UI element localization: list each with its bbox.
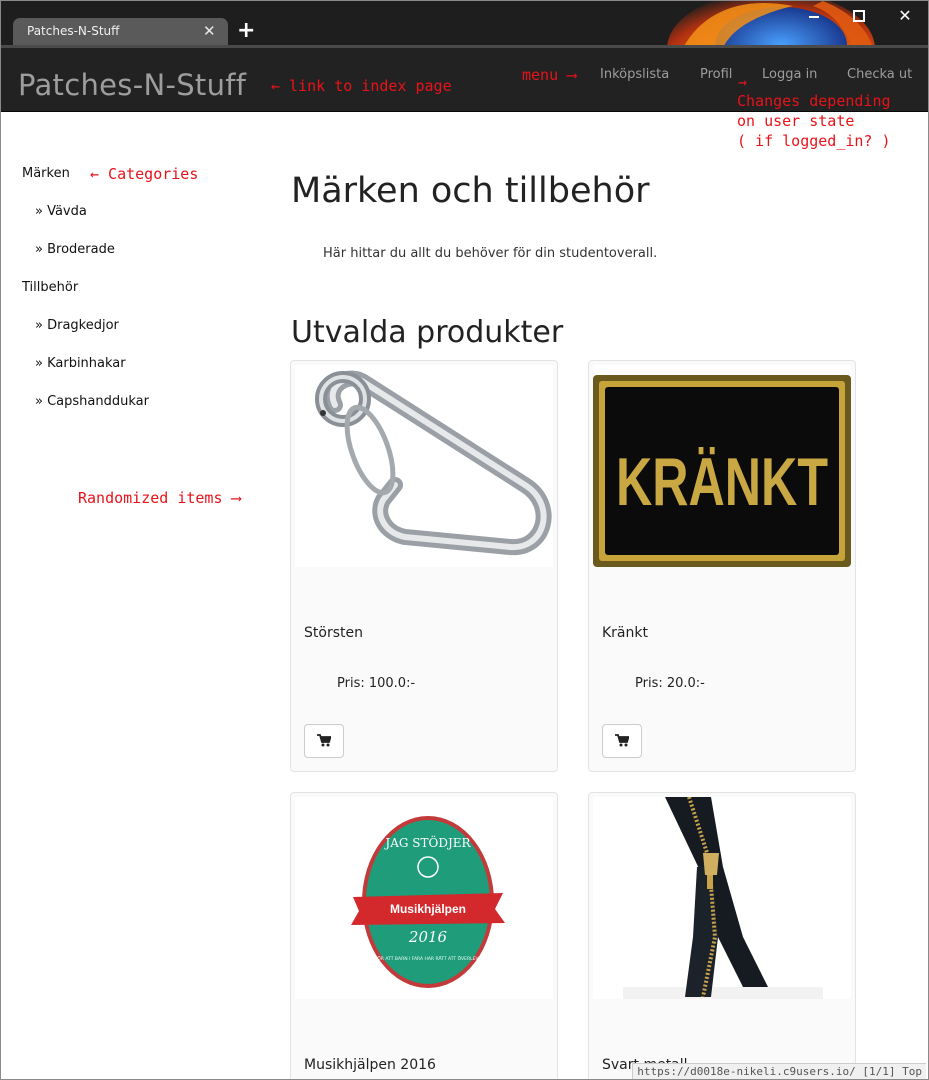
product-card[interactable]: Svart metall	[588, 792, 856, 1079]
product-price: Pris: 20.0:-	[635, 676, 705, 691]
close-icon[interactable]: ✕	[203, 22, 216, 40]
sidebar-category-tillbehor[interactable]: Tillbehör	[22, 280, 78, 295]
annotation-menu: menu ⟶	[522, 66, 577, 84]
status-url: https://d0018e-nikeli.c9users.io/	[637, 1065, 856, 1078]
product-name[interactable]: Musikhjälpen 2016	[304, 1057, 436, 1073]
browser-status-line: https://d0018e-nikeli.c9users.io/ [1/1] …	[632, 1063, 926, 1079]
cart-icon	[615, 734, 629, 747]
status-position: Top	[902, 1065, 922, 1078]
badge-top-text: JAG STÖDJER	[383, 834, 471, 850]
annotation-user-state: Changes depending on user state ( if log…	[737, 92, 891, 150]
sidebar-item-broderade[interactable]: » Broderade	[35, 242, 115, 257]
nav-link-profile[interactable]: Profil	[700, 67, 732, 82]
annotation-user-state-arrow: →	[738, 73, 748, 91]
nav-link-shopping-list[interactable]: Inköpslista	[600, 67, 669, 82]
product-card[interactable]: JAG STÖDJER Musikhjälpen 2016 FÖR ATT BA…	[290, 792, 558, 1079]
patch-text: KRÄNKT	[616, 444, 828, 520]
annotation-categories: ← Categories	[90, 165, 199, 183]
annotation-randomized-items: Randomized items ⟶	[78, 489, 241, 507]
product-price: Pris: 100.0:-	[337, 676, 416, 691]
patch-image: KRÄNKT	[593, 365, 851, 567]
maximize-icon[interactable]	[849, 6, 869, 26]
badge-bottom-text: FÖR ATT BARN I FARA HAR RÄTT ATT ÖVERLEV…	[375, 955, 483, 962]
product-name[interactable]: Störsten	[304, 625, 363, 641]
browser-logo-icon	[667, 1, 875, 48]
tab-title: Patches-N-Stuff	[27, 24, 120, 38]
badge-year-text: 2016	[408, 928, 448, 946]
product-name[interactable]: Kränkt	[602, 625, 648, 641]
product-card[interactable]: KRÄNKT Kränkt Pris: 20.0:-	[588, 360, 856, 772]
cart-icon	[317, 734, 331, 747]
brand-link[interactable]: Patches-N-Stuff	[18, 68, 246, 102]
badge-ribbon-text: Musikhjälpen	[390, 902, 466, 916]
badge-image: JAG STÖDJER Musikhjälpen 2016 FÖR ATT BA…	[295, 797, 553, 999]
sidebar-item-capshanddukar[interactable]: » Capshanddukar	[35, 394, 149, 409]
window-close-icon[interactable]: ✕	[895, 6, 915, 26]
page-title: Märken och tillbehör	[291, 171, 650, 211]
featured-title: Utvalda produkter	[291, 315, 564, 350]
zipper-image	[593, 797, 851, 999]
annotation-index-link: ← link to index page	[271, 77, 452, 95]
browser-window: Patches-N-Stuff ✕ + ✕ Patches-N-Stuff In…	[0, 0, 929, 1080]
sidebar-item-karbinhakar[interactable]: » Karbinhakar	[35, 356, 126, 371]
add-to-cart-button[interactable]	[602, 724, 642, 758]
product-card[interactable]: Störsten Pris: 100.0:-	[290, 360, 558, 772]
nav-link-checkout[interactable]: Checka ut	[847, 67, 912, 82]
sidebar-item-dragkedjor[interactable]: » Dragkedjor	[35, 318, 119, 333]
status-page: [1/1]	[862, 1065, 896, 1078]
browser-tab[interactable]: Patches-N-Stuff ✕	[13, 18, 228, 46]
page-lead: Här hittar du allt du behöver för din st…	[323, 246, 658, 261]
add-to-cart-button[interactable]	[304, 724, 344, 758]
sidebar-item-vavda[interactable]: » Vävda	[35, 204, 87, 219]
sidebar-category-marken[interactable]: Märken	[22, 166, 70, 181]
browser-tab-bar: Patches-N-Stuff ✕ + ✕	[1, 1, 928, 48]
minimize-icon[interactable]	[804, 6, 824, 26]
nav-link-login[interactable]: Logga in	[762, 67, 817, 82]
new-tab-icon[interactable]: +	[237, 20, 255, 42]
carabiner-image	[295, 365, 553, 567]
